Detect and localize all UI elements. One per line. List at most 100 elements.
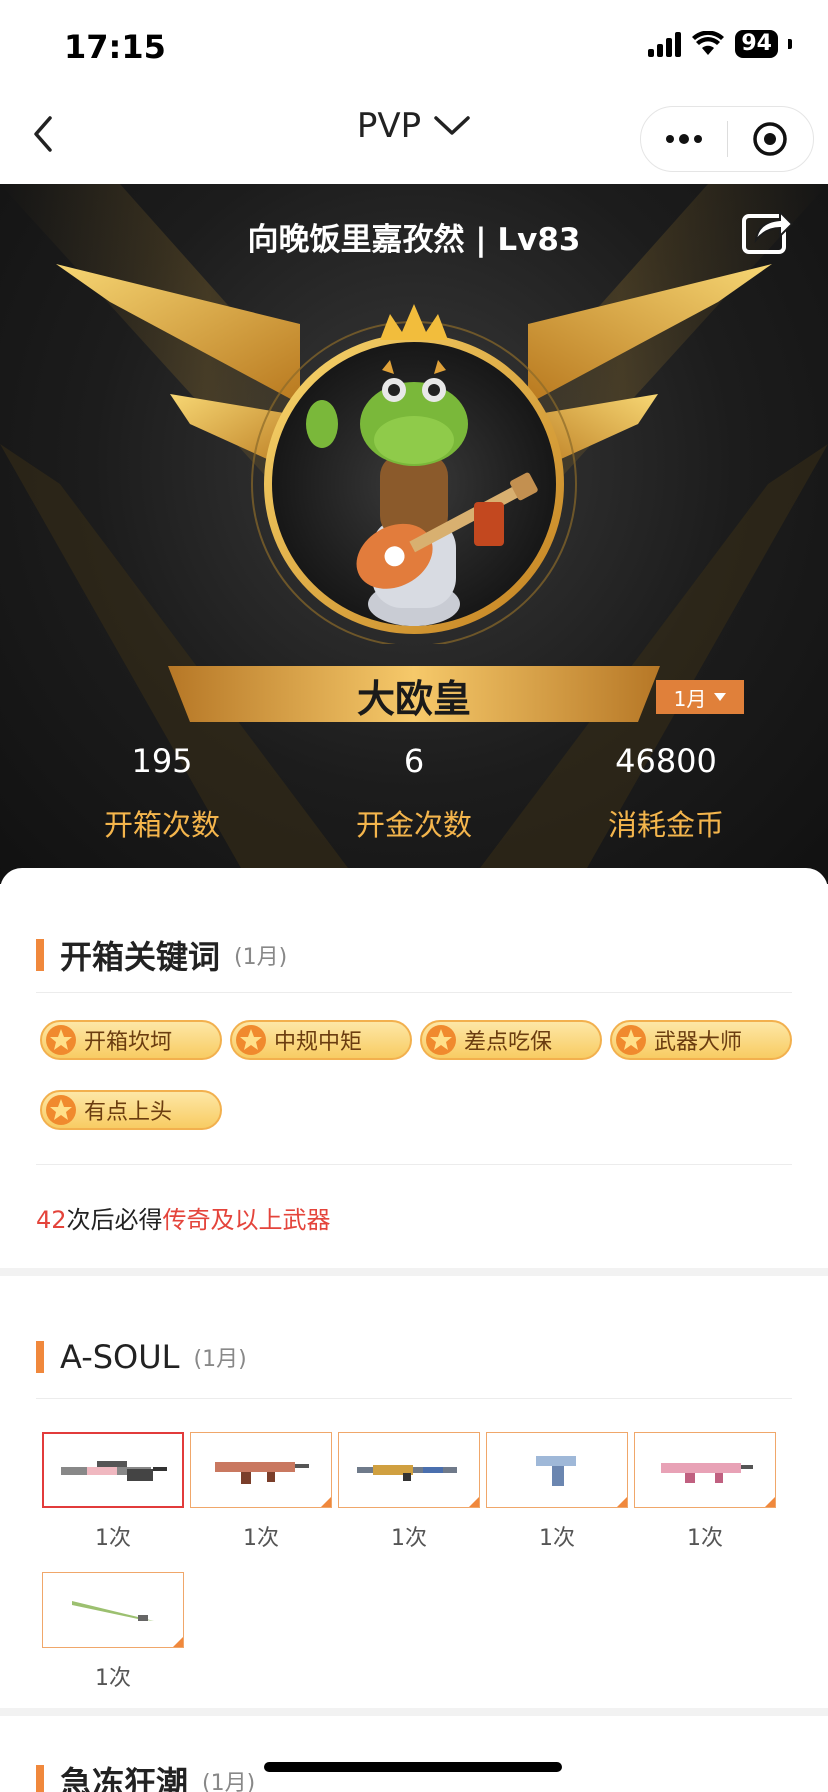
section-month: (1月) <box>193 1347 247 1372</box>
keyword-tag-label: 有点上头 <box>84 1100 173 1125</box>
pity-count: 42 <box>36 1206 67 1234</box>
asoul-header: A-SOUL (1月) <box>36 1338 247 1376</box>
next-section-header: 急冻狂潮 (1月) <box>36 1758 255 1792</box>
keyword-tag[interactable]: 差点吃保 <box>420 1020 602 1060</box>
caret-down-icon <box>714 693 727 701</box>
more-dots-icon <box>665 134 702 144</box>
smg-icon <box>661 1463 753 1483</box>
stat-open-count: 195 开箱次数 <box>47 742 277 844</box>
profile-hero: 向晚饭里嘉孜然 | Lv83 大欧皇 1月 195 开箱次数 6 开金次数 46… <box>0 184 828 884</box>
stat-label: 开箱次数 <box>103 808 220 842</box>
keyword-tag-label: 开箱坎坷 <box>84 1030 173 1055</box>
rarity-corner <box>173 1637 183 1647</box>
keyword-tag[interactable]: 武器大师 <box>610 1020 792 1060</box>
stat-value: 46800 <box>615 742 717 780</box>
weapon-item: 1次 <box>42 1572 184 1692</box>
battery-icon: 94 <box>735 30 778 58</box>
weapon-thumbnail[interactable] <box>634 1432 776 1508</box>
status-indicators: 94 <box>648 30 792 58</box>
nav-bar: PVP <box>0 92 828 184</box>
pity-counter: 42次后必得传奇及以上武器 <box>36 1200 331 1235</box>
weapon-count: 1次 <box>539 1526 575 1551</box>
section-accent-bar <box>36 1765 44 1792</box>
section-separator <box>0 1708 828 1716</box>
home-indicator[interactable] <box>264 1762 562 1772</box>
keyword-tag-label: 中规中矩 <box>274 1030 363 1055</box>
stats-row: 195 开箱次数 6 开金次数 46800 消耗金币 <box>0 742 828 844</box>
status-bar: 17:15 94 <box>0 0 828 92</box>
miniprogram-capsule <box>640 106 814 172</box>
weapon-item: 1次 <box>338 1432 480 1552</box>
knife-icon <box>72 1601 154 1621</box>
stat-gold-count: 6 开金次数 <box>299 742 529 844</box>
weapon-count: 1次 <box>243 1526 279 1551</box>
rarity-corner <box>765 1497 775 1507</box>
section-accent-bar <box>36 1341 44 1373</box>
weapon-count: 1次 <box>391 1526 427 1551</box>
nav-title: PVP <box>356 106 422 146</box>
section-title: 开箱关键词 <box>60 938 221 976</box>
month-dropdown-label: 1月 <box>673 686 707 711</box>
divider <box>36 992 792 993</box>
weapon-count: 1次 <box>95 1526 131 1551</box>
weapon-thumbnail[interactable] <box>486 1432 628 1508</box>
keyword-tag[interactable]: 有点上头 <box>40 1090 222 1130</box>
divider <box>36 1164 792 1165</box>
keyword-tag-label: 差点吃保 <box>464 1030 553 1055</box>
stat-label: 开金次数 <box>355 808 472 842</box>
sniper-rifle-icon <box>61 1461 167 1481</box>
chevron-down-icon <box>434 116 470 135</box>
rarity-corner <box>617 1497 627 1507</box>
section-accent-bar <box>36 939 44 971</box>
star-badge-icon <box>616 1025 646 1055</box>
stat-coins-spent: 46800 消耗金币 <box>551 742 781 844</box>
weapon-item: 1次 <box>634 1432 776 1552</box>
weapon-thumbnail[interactable] <box>338 1432 480 1508</box>
star-badge-icon <box>46 1025 76 1055</box>
weapon-item: 1次 <box>42 1432 184 1552</box>
assault-rifle-icon <box>215 1462 309 1484</box>
weapon-count: 1次 <box>687 1526 723 1551</box>
player-name: 向晚饭里嘉孜然 | Lv83 <box>247 222 581 258</box>
month-dropdown[interactable]: 1月 <box>656 680 744 714</box>
keyword-tag-label: 武器大师 <box>654 1030 743 1055</box>
content-card: 开箱关键词 (1月) 开箱坎坷 中规中矩 差点吃保 武器大师 有点上头 42次后… <box>0 868 828 1792</box>
weapon-thumbnail[interactable] <box>190 1432 332 1508</box>
stat-value: 6 <box>403 742 425 780</box>
pistol-icon <box>536 1456 576 1486</box>
cellular-signal-icon <box>648 31 682 57</box>
star-badge-icon <box>426 1025 456 1055</box>
rarity-corner <box>321 1497 331 1507</box>
section-separator <box>0 1268 828 1276</box>
keyword-tag[interactable]: 中规中矩 <box>230 1020 412 1060</box>
pity-reward: 传奇及以上武器 <box>162 1206 331 1234</box>
crown-icon <box>380 304 448 340</box>
section-month: (1月) <box>234 945 288 970</box>
star-badge-icon <box>236 1025 266 1055</box>
more-button[interactable] <box>641 107 727 171</box>
keyword-tag[interactable]: 开箱坎坷 <box>40 1020 222 1060</box>
weapon-item: 1次 <box>190 1432 332 1552</box>
share-button[interactable] <box>740 202 794 256</box>
star-badge-icon <box>46 1095 76 1125</box>
battery-tip <box>788 39 792 49</box>
avatar <box>251 304 577 644</box>
weapon-thumbnail[interactable] <box>42 1572 184 1648</box>
status-time: 17:15 <box>64 28 166 66</box>
weapon-thumbnail[interactable] <box>42 1432 184 1508</box>
rifle-icon <box>357 1465 457 1481</box>
rarity-corner <box>469 1497 479 1507</box>
section-month: (1月) <box>202 1771 256 1792</box>
stat-value: 195 <box>131 742 193 780</box>
section-title: 急冻狂潮 <box>60 1764 189 1792</box>
close-miniprogram-button[interactable] <box>728 107 814 171</box>
keywords-header: 开箱关键词 (1月) <box>36 932 287 978</box>
stat-label: 消耗金币 <box>607 808 724 842</box>
section-title: A-SOUL <box>60 1338 180 1376</box>
divider <box>36 1398 792 1399</box>
weapon-count: 1次 <box>95 1666 131 1691</box>
weapon-item: 1次 <box>486 1432 628 1552</box>
pity-text: 次后必得 <box>66 1206 163 1234</box>
wifi-icon <box>692 31 725 55</box>
target-icon <box>753 122 787 156</box>
